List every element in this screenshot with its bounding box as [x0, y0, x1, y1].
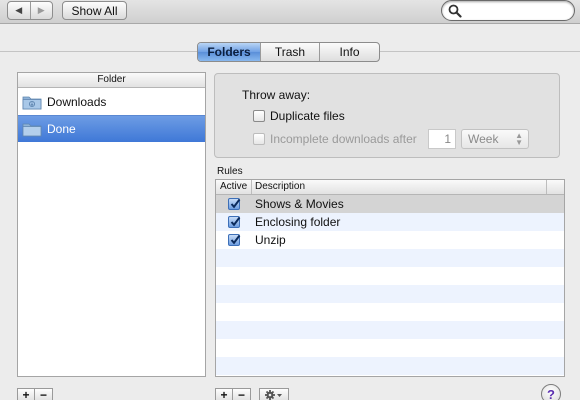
throw-away-title: Throw away: — [242, 88, 311, 102]
remove-folder-button[interactable]: − — [35, 388, 53, 400]
search-field[interactable] — [441, 0, 575, 21]
tab-trash[interactable]: Trash — [260, 43, 319, 61]
folder-column-header[interactable]: Folder — [18, 73, 205, 88]
empty-row — [216, 303, 564, 321]
search-icon — [448, 4, 462, 18]
folder-icon — [22, 121, 42, 137]
folder-list-controls: + − — [17, 388, 53, 400]
tab-folders[interactable]: Folders — [198, 43, 260, 61]
incomplete-downloads-label: Incomplete downloads after — [270, 132, 417, 146]
tab-info[interactable]: Info — [319, 43, 379, 61]
gear-icon — [265, 390, 282, 400]
toolbar: ◀ ▶ Show All — [0, 0, 580, 24]
rules-table[interactable]: Active Description Shows & Movies Enclos… — [215, 179, 565, 377]
rule-description: Unzip — [255, 233, 286, 247]
rules-label: Rules — [217, 166, 243, 177]
tab-bar: Folders Trash Info — [197, 42, 380, 62]
empty-row — [216, 321, 564, 339]
empty-row — [216, 267, 564, 285]
duplicate-files-label: Duplicate files — [270, 109, 345, 123]
forward-button[interactable]: ▶ — [29, 2, 53, 19]
show-all-button[interactable]: Show All — [62, 1, 127, 20]
folder-item-done[interactable]: Done — [18, 115, 205, 142]
incomplete-unit-value: Week — [468, 132, 499, 146]
incomplete-count-field[interactable]: 1 — [428, 129, 456, 149]
folder-list[interactable]: Folder Downloads Done — [17, 72, 206, 377]
incomplete-unit-select[interactable]: Week ▲ ▼ — [461, 129, 529, 149]
help-button[interactable]: ? — [541, 384, 561, 400]
table-row[interactable]: Shows & Movies — [216, 195, 564, 213]
empty-row — [216, 285, 564, 303]
throw-away-group: Throw away: Duplicate files Incomplete d… — [214, 73, 560, 158]
duplicate-files-checkbox[interactable] — [253, 110, 265, 122]
duplicate-files-option[interactable]: Duplicate files — [253, 109, 345, 123]
up-down-arrows-icon: ▲ ▼ — [515, 131, 523, 147]
header-corner — [547, 180, 564, 194]
rule-active-checkbox[interactable] — [228, 234, 241, 246]
rule-active-checkbox[interactable] — [228, 198, 241, 210]
folder-item-label: Downloads — [47, 94, 107, 109]
triangle-right-icon: ▶ — [37, 5, 45, 15]
active-column-header[interactable]: Active — [216, 180, 252, 194]
back-forward-control: ◀ ▶ — [7, 1, 53, 20]
rule-description: Enclosing folder — [255, 215, 341, 229]
remove-rule-button[interactable]: − — [233, 388, 251, 400]
rule-active-checkbox[interactable] — [228, 216, 241, 228]
table-row[interactable]: Unzip — [216, 231, 564, 249]
folder-item-downloads[interactable]: Downloads — [18, 88, 205, 115]
empty-row — [216, 249, 564, 267]
rule-description: Shows & Movies — [255, 197, 344, 211]
rules-controls: + − — [215, 388, 289, 400]
incomplete-downloads-checkbox[interactable] — [253, 133, 265, 145]
search-input[interactable] — [464, 3, 568, 18]
incomplete-downloads-option[interactable]: Incomplete downloads after — [253, 132, 417, 146]
rule-actions-button[interactable] — [259, 388, 289, 400]
empty-row — [216, 357, 564, 375]
back-button[interactable]: ◀ — [8, 2, 30, 19]
rules-table-header: Active Description — [216, 180, 564, 195]
folder-item-label: Done — [47, 122, 76, 136]
table-row[interactable]: Enclosing folder — [216, 213, 564, 231]
description-column-header[interactable]: Description — [252, 180, 547, 194]
add-rule-button[interactable]: + — [215, 388, 233, 400]
triangle-left-icon: ◀ — [15, 5, 23, 15]
add-folder-button[interactable]: + — [17, 388, 35, 400]
downloads-folder-icon — [22, 94, 42, 110]
empty-row — [216, 339, 564, 357]
